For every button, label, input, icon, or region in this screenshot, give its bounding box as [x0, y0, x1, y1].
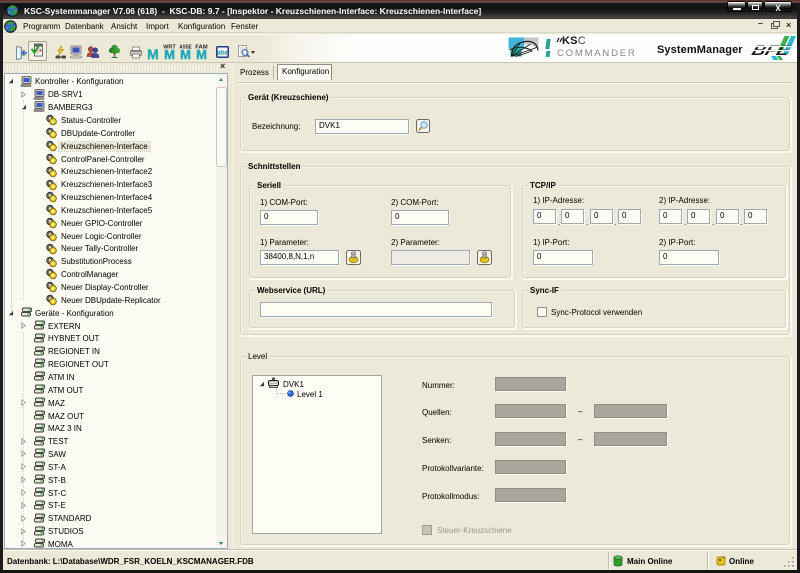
svg-text:abz: abz [217, 50, 229, 57]
svg-text:M: M [196, 47, 207, 60]
svg-text:M: M [164, 47, 175, 60]
svg-text:M: M [147, 46, 159, 60]
svg-text:M: M [180, 47, 191, 60]
svg-text:BFE: BFE [749, 43, 792, 58]
